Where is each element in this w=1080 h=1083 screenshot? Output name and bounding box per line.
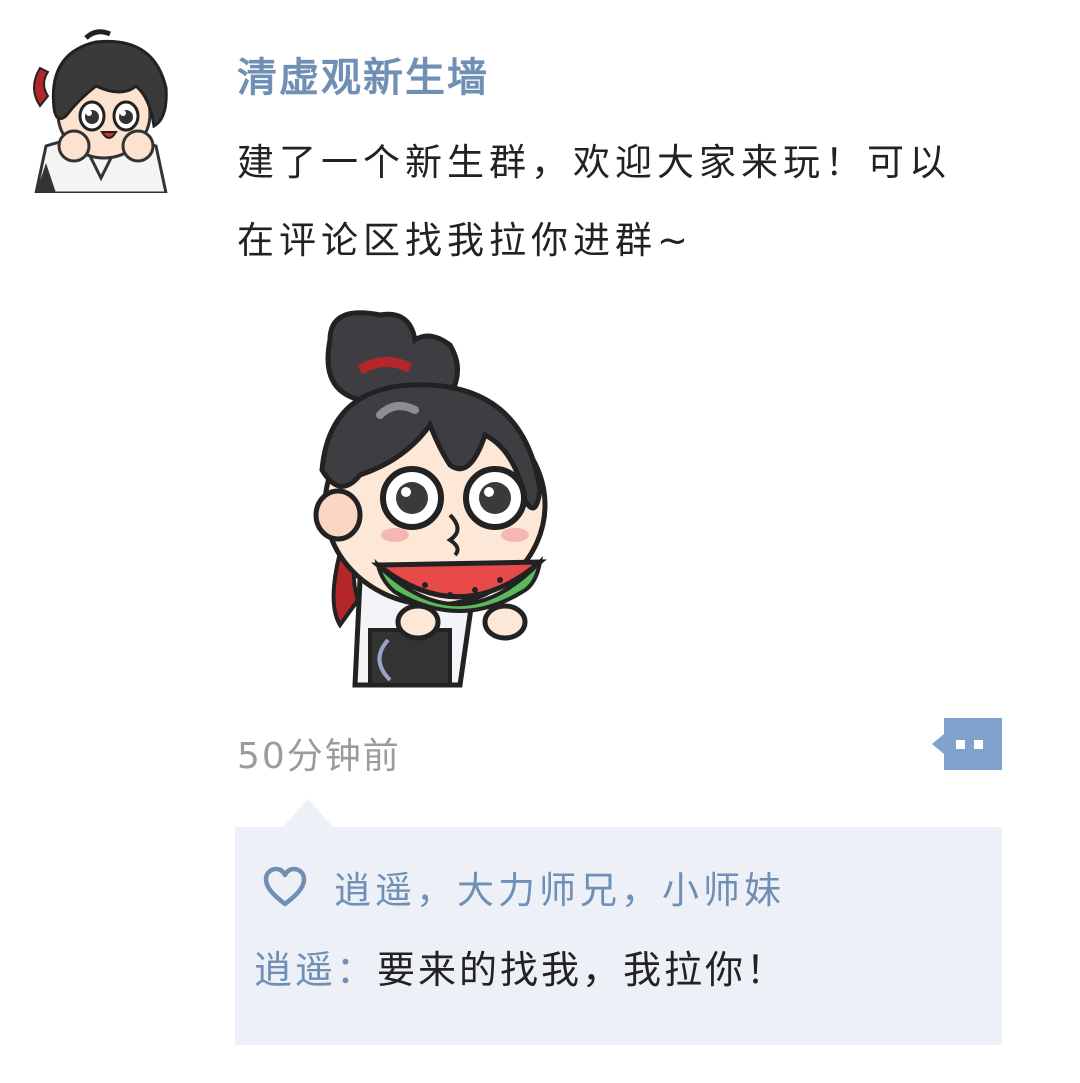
post-timestamp: 50分钟前	[237, 736, 401, 777]
likes-row: 逍遥，大力师兄，小师妹	[262, 858, 785, 916]
likes-names[interactable]: 逍遥，大力师兄，小师妹	[334, 860, 785, 914]
avatar-image	[33, 29, 168, 193]
comment-separator: ：	[336, 948, 378, 992]
comment-author[interactable]: 逍遥	[254, 948, 336, 992]
avatar[interactable]	[26, 28, 176, 193]
sticker-illustration	[313, 310, 548, 688]
post-sticker-image[interactable]	[300, 300, 560, 695]
post-text-line: 建了一个新生群，欢迎大家来玩！可以	[237, 141, 951, 184]
comment-text: 要来的找我，我拉你！	[377, 948, 788, 992]
heart-icon	[263, 866, 307, 907]
comment-more-icon	[932, 718, 1002, 770]
comment-item[interactable]: 逍遥：要来的找我，我拉你！	[254, 940, 787, 1000]
comment-more-button[interactable]	[930, 716, 1004, 772]
post-author-name[interactable]: 清虚观新生墙	[237, 48, 489, 108]
post-text-line: 在评论区找我拉你进群~	[237, 219, 694, 262]
interaction-box-pointer	[283, 799, 333, 827]
post-text: 建了一个新生群，欢迎大家来玩！可以 在评论区找我拉你进群~	[237, 124, 1027, 280]
